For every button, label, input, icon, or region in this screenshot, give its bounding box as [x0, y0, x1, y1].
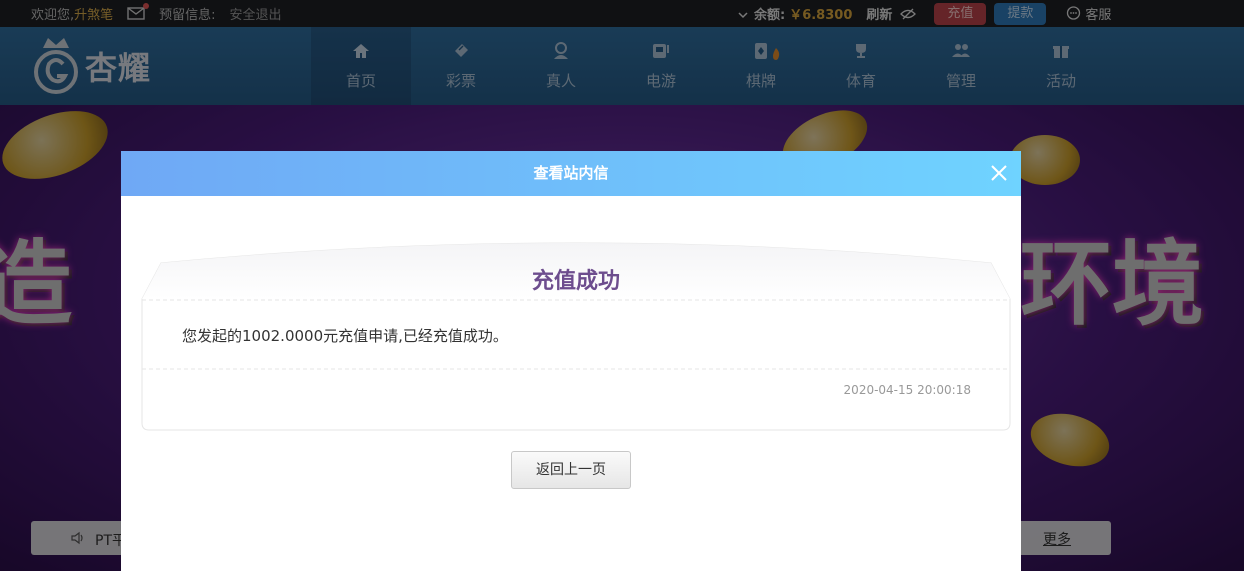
message-card: 充值成功 您发起的1002.0000元充值申请,已经充值成功。 2020-04-… [141, 235, 1011, 431]
message-date: 2020-04-15 20:00:18 [843, 383, 971, 397]
modal-header: 查看站内信 [121, 151, 1021, 196]
message-modal: 查看站内信 充值成功 您发起的1002.0000元充值申请,已经充值成功。 20… [121, 151, 1021, 571]
message-body: 您发起的1002.0000元充值申请,已经充值成功。 [182, 327, 508, 345]
message-title: 充值成功 [531, 269, 620, 294]
modal-title: 查看站内信 [533, 164, 609, 182]
back-button[interactable]: 返回上一页 [511, 451, 631, 489]
close-icon[interactable] [989, 163, 1009, 183]
